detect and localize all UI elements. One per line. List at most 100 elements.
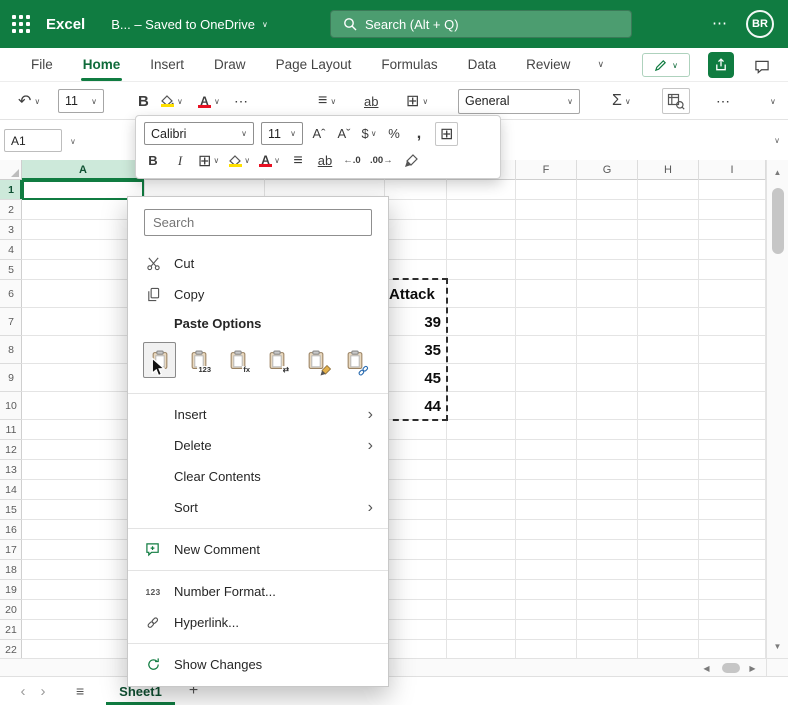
menu-item-sort[interactable]: Sort ›: [128, 492, 388, 523]
increase-decimal-button[interactable]: .00→: [370, 149, 393, 173]
find-button[interactable]: [662, 88, 690, 114]
decrease-decimal-button[interactable]: ←.0: [343, 149, 361, 173]
row-header-17[interactable]: 17: [0, 540, 22, 560]
row-header-4[interactable]: 4: [0, 240, 22, 260]
tab-formulas[interactable]: Formulas: [366, 48, 452, 81]
row-header-14[interactable]: 14: [0, 480, 22, 500]
more-tabs-chevron-icon[interactable]: ∨: [585, 48, 616, 81]
scroll-up-button[interactable]: ▲: [767, 162, 788, 182]
titlebar-more-icon[interactable]: ⋯: [712, 14, 728, 32]
scroll-left-button[interactable]: ◀: [696, 658, 717, 678]
tab-insert[interactable]: Insert: [135, 48, 199, 81]
column-header-G[interactable]: G: [577, 160, 638, 180]
row-header-7[interactable]: 7: [0, 308, 22, 336]
vertical-scrollbar[interactable]: ▲ ▼: [766, 160, 788, 658]
menu-item-hyperlink[interactable]: Hyperlink...: [128, 607, 388, 638]
font-size-select[interactable]: 11 ∨: [58, 82, 104, 120]
row-header-2[interactable]: 2: [0, 200, 22, 220]
row-header-9[interactable]: 9: [0, 364, 22, 392]
column-header-F[interactable]: F: [516, 160, 577, 180]
menu-item-show-changes[interactable]: Show Changes: [128, 649, 388, 680]
paste-transpose-button[interactable]: ⇄: [260, 342, 293, 378]
percent-format-button[interactable]: %: [385, 122, 403, 146]
collapse-ribbon-icon[interactable]: ∨: [770, 82, 776, 120]
paste-button[interactable]: [143, 342, 176, 378]
row-header-16[interactable]: 16: [0, 520, 22, 540]
row-header-12[interactable]: 12: [0, 440, 22, 460]
paste-link-button[interactable]: [338, 342, 371, 378]
currency-format-button[interactable]: $ ∨: [360, 122, 378, 146]
mini-bold-button[interactable]: B: [144, 149, 162, 173]
shrink-font-button[interactable]: Aˇ: [335, 122, 353, 146]
tab-home[interactable]: Home: [68, 48, 136, 81]
row-header-22[interactable]: 22: [0, 640, 22, 658]
vertical-scroll-thumb[interactable]: [772, 188, 784, 254]
row-header-13[interactable]: 13: [0, 460, 22, 480]
borders-button[interactable]: ⊞ ∨: [198, 149, 219, 173]
horizontal-scroll-thumb[interactable]: [722, 663, 740, 673]
prev-sheet-button[interactable]: ‹: [14, 683, 32, 700]
font-name-select[interactable]: Calibri ∨: [144, 122, 254, 145]
paste-formulas-button[interactable]: fx: [221, 342, 254, 378]
document-title[interactable]: B... – Saved to OneDrive ∨: [111, 17, 268, 32]
row-header-10[interactable]: 10: [0, 392, 22, 420]
row-header-18[interactable]: 18: [0, 560, 22, 580]
scroll-down-button[interactable]: ▼: [767, 636, 788, 656]
mini-font-color-button[interactable]: A ∨: [259, 149, 280, 173]
row-header-6[interactable]: 6: [0, 280, 22, 308]
mini-wrap-text-button[interactable]: ab: [316, 149, 334, 173]
menu-item-clear-contents[interactable]: Clear Contents: [128, 461, 388, 492]
row-header-20[interactable]: 20: [0, 600, 22, 620]
mini-fill-color-button[interactable]: ∨: [228, 149, 250, 173]
share-button[interactable]: [708, 52, 734, 78]
select-all-corner[interactable]: [0, 160, 22, 180]
column-header-I[interactable]: I: [699, 160, 766, 180]
row-header-15[interactable]: 15: [0, 500, 22, 520]
toolbar-more-icon[interactable]: ⋯: [716, 82, 730, 120]
column-header-A[interactable]: A: [22, 160, 145, 180]
tab-draw[interactable]: Draw: [199, 48, 261, 81]
row-header-5[interactable]: 5: [0, 260, 22, 280]
avatar[interactable]: BR: [746, 10, 774, 38]
comma-format-button[interactable]: ,: [410, 122, 428, 146]
next-sheet-button[interactable]: ›: [34, 683, 52, 700]
paste-values-button[interactable]: 123: [182, 342, 215, 378]
menu-item-insert[interactable]: Insert ›: [128, 399, 388, 430]
row-header-11[interactable]: 11: [0, 420, 22, 440]
global-search[interactable]: Search (Alt + Q): [330, 10, 632, 38]
mini-italic-button[interactable]: I: [171, 149, 189, 173]
app-launcher-icon[interactable]: [12, 15, 30, 33]
column-header-H[interactable]: H: [638, 160, 699, 180]
row-header-21[interactable]: 21: [0, 620, 22, 640]
all-sheets-icon[interactable]: ≡: [76, 683, 84, 699]
row-header-1[interactable]: 1: [0, 180, 22, 200]
comments-button[interactable]: [750, 54, 774, 78]
editing-mode-button[interactable]: ∨: [642, 53, 690, 77]
menu-item-cut[interactable]: Cut: [128, 248, 388, 279]
row-header-8[interactable]: 8: [0, 336, 22, 364]
name-box-chevron-icon[interactable]: ∨: [70, 137, 76, 146]
menu-item-number-format[interactable]: 123 Number Format...: [128, 576, 388, 607]
formula-bar-expand-icon[interactable]: ∨: [774, 136, 780, 145]
menu-item-delete[interactable]: Delete ›: [128, 430, 388, 461]
row-header-19[interactable]: 19: [0, 580, 22, 600]
menu-search-box[interactable]: [144, 209, 372, 236]
autosum-button[interactable]: Σ ∨: [612, 82, 631, 120]
paste-formatting-button[interactable]: [299, 342, 332, 378]
grow-font-button[interactable]: Aˆ: [310, 122, 328, 146]
undo-button[interactable]: ↶ ∨: [18, 82, 40, 120]
row-header-3[interactable]: 3: [0, 220, 22, 240]
mini-align-button[interactable]: ≡: [289, 149, 307, 173]
format-painter-button[interactable]: [402, 149, 420, 173]
menu-item-new-comment[interactable]: New Comment: [128, 534, 388, 565]
mini-font-size-select[interactable]: 11 ∨: [261, 122, 303, 145]
tab-data[interactable]: Data: [453, 48, 512, 81]
tab-page-layout[interactable]: Page Layout: [261, 48, 367, 81]
scroll-right-button[interactable]: ▶: [742, 658, 763, 678]
menu-search-input[interactable]: [153, 215, 363, 230]
menu-item-copy[interactable]: Copy: [128, 279, 388, 310]
tab-file[interactable]: File: [16, 48, 68, 81]
tab-review[interactable]: Review: [511, 48, 585, 81]
name-box[interactable]: A1: [4, 129, 62, 152]
format-as-table-button[interactable]: ⊞: [435, 122, 458, 146]
